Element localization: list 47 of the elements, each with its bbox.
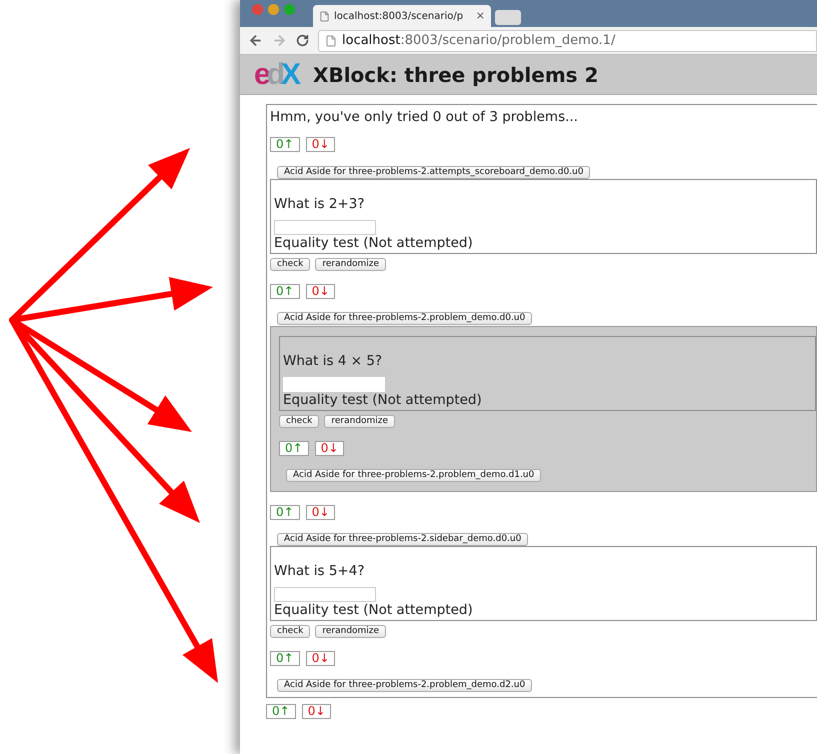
upvote-button[interactable]: 0↑ bbox=[279, 441, 309, 456]
upvote-button[interactable]: 0↑ bbox=[270, 137, 300, 152]
downvote-button[interactable]: 0↓ bbox=[306, 284, 336, 299]
rerandomize-button[interactable]: rerandomize bbox=[315, 625, 386, 638]
acid-aside-button[interactable]: Acid Aside for three-problems-2.problem_demo.d0.u0 bbox=[277, 312, 532, 325]
answer-field[interactable] bbox=[274, 587, 376, 602]
check-button[interactable]: check bbox=[270, 258, 310, 271]
downvote-button[interactable]: 0↓ bbox=[302, 704, 332, 719]
downvote-button[interactable]: 0↓ bbox=[306, 137, 336, 152]
upvote-button[interactable]: 0↑ bbox=[270, 651, 300, 666]
downvote-button[interactable]: 0↓ bbox=[314, 441, 344, 456]
page-title: XBlock: three problems 2 bbox=[313, 62, 598, 88]
close-window-icon[interactable] bbox=[252, 4, 263, 15]
downvote-button[interactable]: 0↓ bbox=[306, 651, 336, 666]
scoreboard-message: Hmm, you've only tried 0 out of 3 problems... bbox=[270, 108, 579, 126]
status-text: Equality test (Not attempted) bbox=[274, 235, 474, 252]
question-text: What is 4 × 5? bbox=[283, 352, 384, 370]
forward-icon[interactable] bbox=[272, 33, 287, 48]
question-text: What is 5+4? bbox=[274, 562, 366, 580]
upvote-button[interactable]: 0↑ bbox=[270, 505, 300, 520]
question-text: What is 2+3? bbox=[274, 195, 366, 213]
acid-aside-button[interactable]: Acid Aside for three-problems-2.sidebar_demo.d0.u0 bbox=[277, 533, 528, 546]
acid-aside-button[interactable]: Acid Aside for three-problems-2.attempts_scoreboard_demo.d0.u0 bbox=[277, 166, 590, 179]
answer-field[interactable] bbox=[274, 220, 376, 235]
acid-aside-button[interactable]: Acid Aside for three-problems-2.problem_demo.d2.u0 bbox=[277, 679, 532, 692]
minimize-window-icon[interactable] bbox=[268, 4, 279, 15]
document-icon bbox=[319, 10, 330, 22]
check-button[interactable]: check bbox=[279, 415, 320, 428]
downvote-button[interactable]: 0↓ bbox=[306, 505, 336, 520]
acid-aside-button[interactable]: Acid Aside for three-problems-2.problem_demo.d1.u0 bbox=[286, 469, 542, 482]
tab-close[interactable]: × bbox=[472, 8, 485, 24]
status-text: Equality test (Not attempted) bbox=[274, 602, 474, 619]
back-icon[interactable] bbox=[248, 33, 263, 48]
status-text: Equality test (Not attempted) bbox=[283, 392, 483, 409]
address-bar[interactable]: localhost:8003/scenario/problem_demo.1/ bbox=[318, 30, 817, 52]
maximize-window-icon[interactable] bbox=[284, 4, 295, 15]
upvote-button[interactable]: 0↑ bbox=[270, 284, 300, 299]
answer-field[interactable] bbox=[283, 377, 385, 392]
reload-icon[interactable] bbox=[296, 34, 309, 47]
tab-title: localhost:8003/scenario/p bbox=[334, 10, 464, 24]
new-tab-button[interactable] bbox=[495, 10, 521, 25]
browser-tab[interactable]: localhost:8003/scenario/p × bbox=[313, 5, 491, 27]
upvote-button[interactable]: 0↑ bbox=[266, 704, 296, 719]
rerandomize-button[interactable]: rerandomize bbox=[315, 258, 386, 271]
check-button[interactable]: check bbox=[270, 625, 310, 638]
edx-logo: edX bbox=[254, 58, 298, 90]
rerandomize-button[interactable]: rerandomize bbox=[324, 415, 396, 428]
